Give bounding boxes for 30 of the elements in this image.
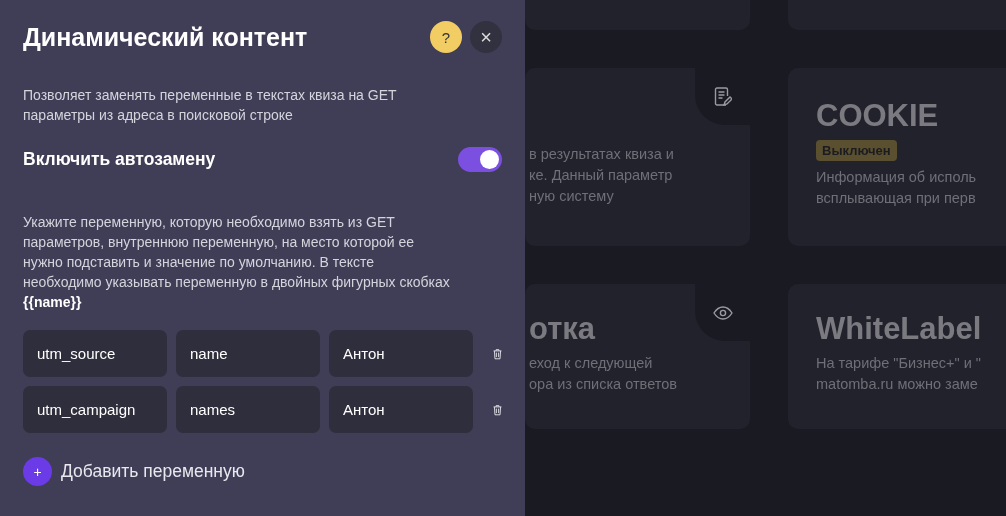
card-text: еход к следующей	[529, 354, 654, 373]
variable-field[interactable]: names	[176, 386, 320, 433]
status-badge: Выключен	[816, 140, 897, 161]
panel-title: Динамический контент	[23, 22, 309, 52]
card-text: matomba.ru можно заме	[816, 375, 979, 394]
card-text: На тарифе "Бизнес+" и "	[816, 354, 982, 373]
document-edit-icon[interactable]	[713, 86, 732, 107]
card-text: ора из списка ответов	[529, 375, 678, 394]
add-variable-link[interactable]: Добавить переменную	[61, 461, 245, 482]
default-value-field[interactable]: Антон	[329, 386, 473, 433]
default-value-field[interactable]: Антон	[329, 330, 473, 377]
get-param-field[interactable]: utm_source	[23, 330, 167, 377]
help-button[interactable]: ?	[430, 21, 462, 53]
card-text: всплывающая при перв	[816, 189, 977, 208]
card-text: ную систему	[529, 187, 615, 206]
card-text: в результатах квиза и	[529, 145, 675, 164]
card-title: WhiteLabel	[816, 311, 983, 347]
instructions-text: Укажите переменную, которую необходимо взять из GET параметров, внутреннюю переменную, на место которой ее нужно подставить и значение по умолчанию. В тексте необходимо указывать переменную в двойных фигурных скобках {{name}}	[23, 213, 451, 312]
toggle-label: Включить автозамену	[23, 149, 216, 170]
card-title: COOKIE	[816, 98, 940, 134]
card-text: Информация об исполь	[816, 168, 978, 187]
eye-icon[interactable]	[712, 305, 733, 320]
toggle-switch[interactable]	[458, 147, 502, 172]
get-param-field[interactable]: utm_campaign	[23, 386, 167, 433]
description-text: Позволяет заменять переменные в текстах квиза на GET параметры из адреса в поисковой строке	[23, 86, 398, 125]
card-text: ке. Данный параметр	[529, 166, 674, 185]
variable-field[interactable]: name	[176, 330, 320, 377]
close-button[interactable]: ×	[470, 21, 502, 53]
add-button[interactable]: +	[23, 457, 52, 486]
card-title: отка	[529, 311, 597, 347]
